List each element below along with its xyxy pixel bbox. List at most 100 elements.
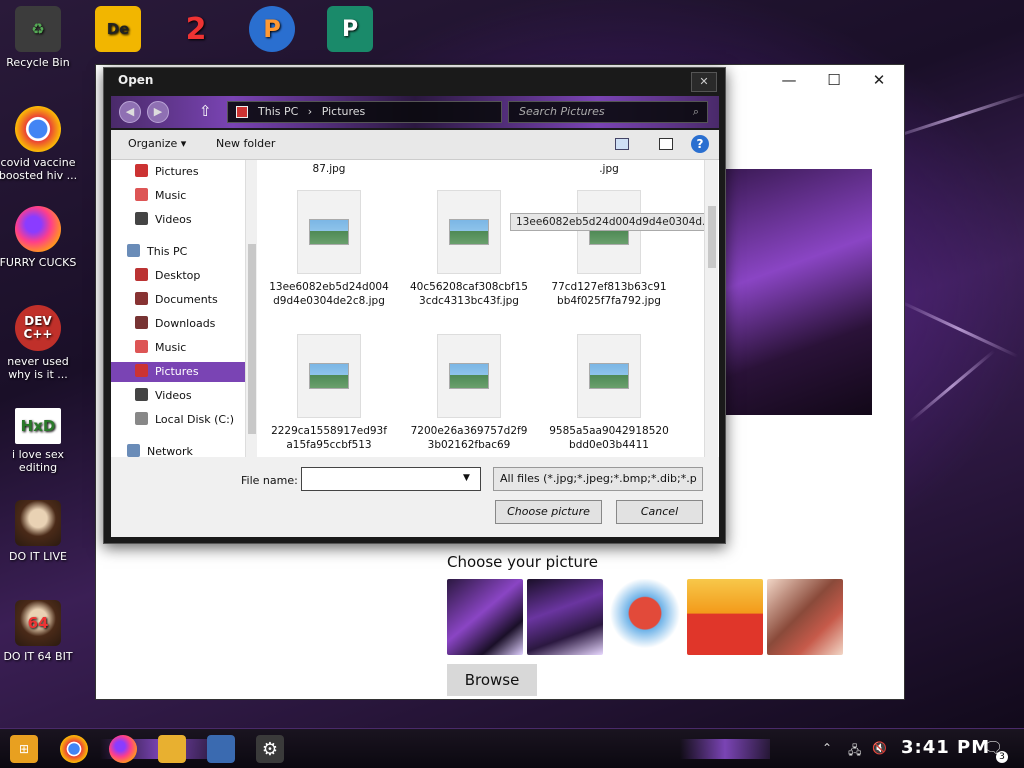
address-bar: ◀ ▶ ⇧ This PC › Pictures Search Pictures… <box>111 96 719 128</box>
nav-item-music-quick[interactable]: Music <box>135 186 256 206</box>
picture-thumbnail-5[interactable] <box>767 579 843 655</box>
desktop-icon-chrome[interactable]: covid vaccine boosted hiv ... <box>0 106 78 182</box>
chrome-icon[interactable] <box>60 735 88 763</box>
image-file-icon <box>297 190 361 274</box>
nav-item-pictures[interactable]: Pictures <box>111 362 251 382</box>
picture-thumbnail-2[interactable] <box>527 579 603 655</box>
nav-item-documents[interactable]: Documents <box>135 290 256 310</box>
file-list-scrollbar-thumb[interactable] <box>708 206 716 268</box>
breadcrumb[interactable]: This PC › Pictures <box>227 101 502 123</box>
back-button[interactable]: ◀ <box>119 101 141 123</box>
preview-pane-icon[interactable] <box>659 138 673 150</box>
dialog-toolbar: Organize ▾ New folder ? <box>111 130 719 160</box>
picture-thumbnail-3[interactable] <box>607 579 683 655</box>
breadcrumb-this-pc[interactable]: This PC <box>258 105 298 118</box>
picture-thumbnail-1[interactable] <box>447 579 523 655</box>
documents-icon <box>135 292 148 305</box>
forward-button[interactable]: ▶ <box>147 101 169 123</box>
cancel-button[interactable]: Cancel <box>616 500 703 524</box>
nav-label: Music <box>155 189 187 202</box>
desktop-icon-p[interactable]: P <box>232 6 312 56</box>
desktop-icon-hxd[interactable]: HxD i love sex editing <box>0 408 78 474</box>
maximize-button[interactable]: ☐ <box>814 71 854 89</box>
close-button[interactable]: ✕ <box>859 71 899 89</box>
hxd-icon: HxD <box>15 408 61 444</box>
notification-count-badge: 3 <box>996 751 1008 763</box>
nav-item-local-disk[interactable]: Local Disk (C:) <box>135 410 256 430</box>
organize-button[interactable]: Organize ▾ <box>128 137 186 150</box>
desktop-icon-do-it-64bit[interactable]: 64 DO IT 64 BIT <box>0 600 78 663</box>
file-explorer-icon[interactable] <box>158 735 186 763</box>
clock[interactable]: 3:41 PM <box>901 737 990 758</box>
desktop-icon-label: FURRY CUCKS <box>0 256 77 269</box>
file-name: 40c56208caf308cbf153cdc4313bc43f.jpg <box>410 281 528 307</box>
network-icon <box>127 444 140 457</box>
start-button[interactable]: ⊞ <box>10 735 38 763</box>
network-app-icon[interactable] <box>207 735 235 763</box>
file-item[interactable]: 77cd127ef813b63c91bb4f025f7fa792.jpg <box>549 190 669 308</box>
file-name: 13ee6082eb5d24d004d9d4e0304de2c8.jpg <box>269 281 389 307</box>
volume-icon[interactable]: 🔇 <box>872 741 887 755</box>
nav-scrollbar-thumb[interactable] <box>248 244 256 434</box>
nav-item-pictures-quick[interactable]: Pictures📌 <box>135 162 256 182</box>
desktop-icon-recycle-bin[interactable]: ♻ Recycle Bin <box>0 6 78 69</box>
nav-label: Pictures <box>155 165 199 178</box>
file-item[interactable]: 2229ca1558917ed93fa15fa95ccbf513 <box>269 334 389 452</box>
desktop-icon-label: Recycle Bin <box>6 56 70 69</box>
image-file-icon <box>437 334 501 418</box>
file-list: 87.jpg .jpg 13ee6082eb5d24d004d9d4e0304d… <box>257 160 719 457</box>
choose-picture-button[interactable]: Choose picture <box>495 500 602 524</box>
nav-label: Music <box>155 341 187 354</box>
search-input[interactable]: Search Pictures ⌕ <box>508 101 708 123</box>
nav-scrollbar[interactable] <box>245 160 257 457</box>
search-icon: ⌕ <box>692 105 699 118</box>
desktop-icon-2[interactable]: 2 <box>156 6 236 56</box>
file-list-scrollbar[interactable] <box>704 160 718 457</box>
up-arrow-icon[interactable]: ⇧ <box>199 102 212 120</box>
picture-thumbnail-4[interactable] <box>687 579 763 655</box>
desktop-icon-label: DO IT 64 BIT <box>3 650 73 663</box>
desktop-icon-do-it-live[interactable]: DO IT LIVE <box>0 500 78 563</box>
nav-label: Desktop <box>155 269 201 282</box>
file-item-partial[interactable]: .jpg <box>549 162 669 176</box>
desktop-icon-label: covid vaccine boosted hiv ... <box>0 156 78 182</box>
nav-label: Downloads <box>155 317 216 330</box>
open-file-dialog: Open ✕ ◀ ▶ ⇧ This PC › Pictures Search P… <box>103 67 726 544</box>
chevron-down-icon[interactable]: ▼ <box>463 473 470 483</box>
desktop-icon-publisher[interactable]: P <box>310 6 390 56</box>
desktop-icon-devcpp[interactable]: DEV C++ never used why is it ... <box>0 305 78 381</box>
file-item[interactable]: 7200e26a369757d2f93b02162fbac69 <box>409 334 529 452</box>
new-folder-button[interactable]: New folder <box>216 137 275 150</box>
nav-item-network[interactable]: Network <box>127 442 256 457</box>
nav-item-videos[interactable]: Videos <box>135 386 256 406</box>
network-icon[interactable]: 🖧 <box>848 741 861 762</box>
file-item-partial[interactable]: 87.jpg <box>269 162 389 176</box>
help-icon[interactable]: ? <box>691 135 709 153</box>
file-item[interactable]: 40c56208caf308cbf153cdc4313bc43f.jpg <box>409 190 529 308</box>
dialog-title: Open <box>118 73 154 87</box>
search-placeholder: Search Pictures <box>519 105 605 118</box>
settings-gear-icon[interactable]: ⚙ <box>256 735 284 763</box>
file-item[interactable]: 9585a5aa9042918520bdd0e03b4411 <box>549 334 669 452</box>
minimize-button[interactable]: — <box>769 71 809 89</box>
change-view-icon[interactable] <box>615 138 629 150</box>
nav-item-this-pc[interactable]: This PC <box>127 242 256 262</box>
file-item[interactable]: 13ee6082eb5d24d004d9d4e0304de2c8.jpg <box>269 190 389 308</box>
image-file-icon <box>297 334 361 418</box>
nav-item-music[interactable]: Music <box>135 338 256 358</box>
choose-picture-label: Choose your picture <box>447 553 599 571</box>
nav-item-downloads[interactable]: Downloads <box>135 314 256 334</box>
file-name-input[interactable] <box>301 467 481 491</box>
browse-button[interactable]: Browse <box>447 664 537 696</box>
navigation-pane: Pictures📌 Music Videos This PC Desktop D… <box>111 160 257 457</box>
firefox-icon[interactable] <box>109 735 137 763</box>
desktop-icon-firefox[interactable]: FURRY CUCKS <box>0 206 78 269</box>
nav-item-videos-quick[interactable]: Videos <box>135 210 256 230</box>
file-type-filter[interactable]: All files (*.jpg;*.jpeg;*.bmp;*.dib;*.p <box>493 467 703 491</box>
nav-item-desktop[interactable]: Desktop <box>135 266 256 286</box>
portrait-64-icon: 64 <box>15 600 61 646</box>
chevron-up-icon[interactable]: ⌃ <box>822 741 832 755</box>
dialog-close-button[interactable]: ✕ <box>691 72 717 92</box>
breadcrumb-pictures[interactable]: Pictures <box>322 105 366 118</box>
desktop-icon-de[interactable]: De <box>78 6 158 56</box>
